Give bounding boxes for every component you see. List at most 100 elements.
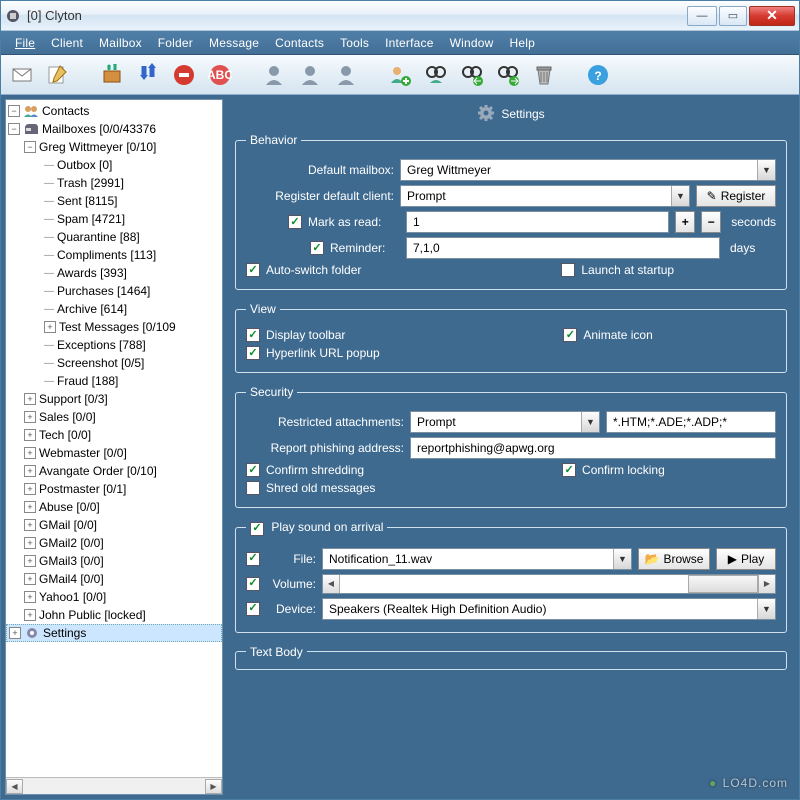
tree-account[interactable]: +Sales [0/0] [6,408,222,426]
menu-help[interactable]: Help [503,34,540,52]
sound-file-checkbox[interactable] [246,552,260,566]
tree-folder[interactable]: —Fraud [188] [6,372,222,390]
reminder-input[interactable]: 7,1,0 [406,237,720,259]
browse-button[interactable]: 📂 Browse [638,548,710,570]
tree-contacts[interactable]: − Contacts [6,102,222,120]
tree-folder[interactable]: —Compliments [113] [6,246,222,264]
menu-contacts[interactable]: Contacts [269,34,330,52]
restricted-ext-input[interactable]: *.HTM;*.ADE;*.ADP;* [606,411,776,433]
shred-old-checkbox[interactable] [246,481,260,495]
tree-settings[interactable]: + Settings [6,624,222,642]
tree-folder[interactable]: —Sent [8115] [6,192,222,210]
tree-folder[interactable]: +Test Messages [0/109 [6,318,222,336]
decrement-button[interactable]: − [701,211,721,233]
menu-mailbox[interactable]: Mailbox [93,34,148,52]
play-button[interactable]: ▶ Play [716,548,776,570]
tree-account-greg[interactable]: − Greg Wittmeyer [0/10] [6,138,222,156]
sync-icon[interactable] [99,62,125,88]
tree-folder[interactable]: —Awards [393] [6,264,222,282]
tree-folder[interactable]: —Exceptions [788] [6,336,222,354]
help-icon[interactable]: ? [585,62,611,88]
add-contact-icon[interactable] [387,62,413,88]
tree-folder[interactable]: —Quarantine [88] [6,228,222,246]
sidebar-scrollbar[interactable]: ◀ ▶ [6,777,222,794]
sound-file-select[interactable]: Notification_11.wav ▼ [322,548,632,570]
find-back-icon[interactable] [459,62,485,88]
chevron-down-icon[interactable]: ▼ [581,412,599,432]
send-receive-icon[interactable] [135,62,161,88]
register-button[interactable]: ✎ Register [696,185,776,207]
default-mailbox-select[interactable]: Greg Wittmeyer ▼ [400,159,776,181]
chevron-down-icon[interactable]: ▼ [757,160,775,180]
volume-slider[interactable]: ◀ ▶ [322,574,776,594]
minimize-button[interactable]: — [687,6,717,26]
tree-account[interactable]: +Webmaster [0/0] [6,444,222,462]
device-select[interactable]: Speakers (Realtek High Definition Audio)… [322,598,776,620]
chevron-down-icon[interactable]: ▼ [671,186,689,206]
contact1-icon[interactable] [261,62,287,88]
register-client-select[interactable]: Prompt ▼ [400,185,690,207]
find-contact-icon[interactable] [423,62,449,88]
hyperlink-popup-checkbox[interactable] [246,346,260,360]
menu-interface[interactable]: Interface [379,34,440,52]
tree-folder[interactable]: —Archive [614] [6,300,222,318]
scroll-left-button[interactable]: ◀ [6,779,23,794]
menu-file[interactable]: File [9,34,41,52]
close-button[interactable]: ✕ [749,6,795,26]
phishing-input[interactable]: reportphishing@apwg.org [410,437,776,459]
trash-icon[interactable] [531,62,557,88]
tree-folder[interactable]: —Purchases [1464] [6,282,222,300]
tree-account[interactable]: +Postmaster [0/1] [6,480,222,498]
launch-startup-checkbox[interactable] [561,263,575,277]
tree-mailboxes[interactable]: − Mailboxes [0/0/43376 [6,120,222,138]
compose-icon[interactable] [45,62,71,88]
chevron-down-icon[interactable]: ▼ [757,599,775,619]
spellcheck-icon[interactable]: ABC [207,62,233,88]
mark-as-read-input[interactable]: 1 [406,211,669,233]
menu-client[interactable]: Client [45,34,89,52]
tree-account[interactable]: +Support [0/3] [6,390,222,408]
tree-folder[interactable]: —Trash [2991] [6,174,222,192]
tree-folder[interactable]: —Outbox [0] [6,156,222,174]
volume-checkbox[interactable] [246,577,260,591]
chevron-down-icon[interactable]: ▼ [613,549,631,569]
scroll-right-button[interactable]: ▶ [205,779,222,794]
find-forward-icon[interactable] [495,62,521,88]
contact3-icon[interactable] [333,62,359,88]
stop-icon[interactable] [171,62,197,88]
menu-window[interactable]: Window [444,34,500,52]
menu-tools[interactable]: Tools [334,34,375,52]
tree-folder[interactable]: —Screenshot [0/5] [6,354,222,372]
play-sound-checkbox[interactable] [250,522,264,536]
tree-account[interactable]: +Avangate Order [0/10] [6,462,222,480]
animate-icon-checkbox[interactable] [563,328,577,342]
menu-message[interactable]: Message [203,34,265,52]
slider-thumb[interactable] [688,575,758,593]
tree-account[interactable]: +John Public [locked] [6,606,222,624]
confirm-shredding-checkbox[interactable] [246,463,260,477]
mark-as-read-checkbox[interactable] [288,215,302,229]
tree-folder[interactable]: —Spam [4721] [6,210,222,228]
maximize-button[interactable]: ▭ [719,6,747,26]
confirm-locking-checkbox[interactable] [562,463,576,477]
scroll-left-button[interactable]: ◀ [323,575,340,593]
wand-icon: ✎ [707,189,717,203]
device-checkbox[interactable] [246,602,260,616]
tree-account[interactable]: +GMail [0/0] [6,516,222,534]
increment-button[interactable]: + [675,211,695,233]
auto-switch-checkbox[interactable] [246,263,260,277]
tree-account[interactable]: +Yahoo1 [0/0] [6,588,222,606]
tree-account[interactable]: +GMail3 [0/0] [6,552,222,570]
tree-account[interactable]: +GMail2 [0/0] [6,534,222,552]
tree-account[interactable]: +Tech [0/0] [6,426,222,444]
display-toolbar-checkbox[interactable] [246,328,260,342]
contact2-icon[interactable] [297,62,323,88]
menu-folder[interactable]: Folder [152,34,199,52]
restricted-select[interactable]: Prompt ▼ [410,411,600,433]
folder-tree[interactable]: − Contacts − Mailboxes [0/0/43376 − Greg… [6,100,222,777]
tree-account[interactable]: +GMail4 [0/0] [6,570,222,588]
reminder-checkbox[interactable] [310,241,324,255]
new-message-icon[interactable] [9,62,35,88]
tree-account[interactable]: +Abuse [0/0] [6,498,222,516]
scroll-right-button[interactable]: ▶ [758,575,775,593]
